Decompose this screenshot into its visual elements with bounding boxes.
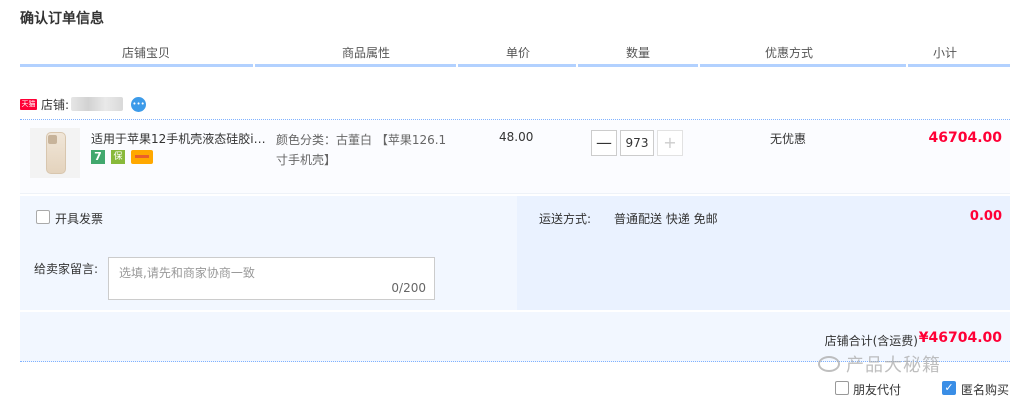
product-attributes: 颜色分类：古董白 【苹果126.1寸手机壳】: [276, 133, 447, 167]
invoice-checkbox[interactable]: [36, 210, 50, 224]
quantity-stepper: — 973 +: [591, 130, 683, 156]
invoice-label[interactable]: 开具发票: [55, 210, 103, 227]
seller-message-char-count: 0/200: [391, 281, 426, 295]
col-attributes: 商品属性: [342, 46, 391, 60]
shop-header: 天猫 店铺: •••: [20, 96, 147, 112]
column-headers: 店铺宝贝 商品属性 单价 数量 优惠方式 小计: [20, 44, 1010, 64]
watermark: 产品大秘籍: [818, 350, 941, 378]
seller-message-label: 给卖家留言:: [34, 262, 99, 276]
quantity-increase-button[interactable]: +: [657, 130, 683, 156]
product-thumbnail[interactable]: [30, 128, 80, 178]
camera-icon: [48, 135, 57, 144]
friend-pay-checkbox[interactable]: [835, 381, 849, 395]
wechat-icon: [818, 356, 840, 372]
shop-total-label: 店铺合计(含运费): [824, 334, 918, 348]
col-product: 店铺宝贝: [122, 46, 171, 60]
shipping-panel: 运送方式: 普通配送 快递 免邮 0.00: [517, 196, 1010, 310]
col-quantity: 数量: [626, 46, 651, 60]
quantity-input[interactable]: 973: [620, 130, 654, 156]
product-title-link[interactable]: 适用于苹果12手机壳液态硅胶ip...: [91, 130, 271, 147]
anonymous-label[interactable]: 匿名购买: [961, 381, 1009, 398]
discount-method: 无优惠: [770, 132, 807, 146]
shipping-label: 运送方式:: [539, 212, 592, 226]
seven-day-return-icon[interactable]: 7: [91, 150, 105, 164]
credit-card-icon[interactable]: [131, 150, 153, 164]
shop-total-value: ¥46704.00: [918, 330, 1002, 346]
tmall-icon: 天猫: [20, 98, 37, 110]
watermark-text: 产品大秘籍: [846, 355, 941, 376]
col-subtotal: 小计: [933, 46, 958, 60]
order-item-row: 适用于苹果12手机壳液态硅胶ip... 7 保 颜色分类：古董白 【苹果126.…: [20, 120, 1010, 194]
shop-label: 店铺:: [41, 97, 70, 112]
chat-icon[interactable]: •••: [131, 96, 147, 112]
guarantee-icon[interactable]: 保: [111, 150, 125, 164]
shipping-method: 普通配送 快递 免邮: [614, 212, 718, 226]
quantity-decrease-button[interactable]: —: [591, 130, 617, 156]
col-discount: 优惠方式: [765, 46, 814, 60]
shop-name-redacted[interactable]: [71, 97, 124, 111]
seller-message-placeholder: 选填,请先和商家协商一致: [119, 266, 255, 280]
unit-price: 48.00: [499, 130, 534, 144]
shipping-fee: 0.00: [969, 209, 1002, 224]
page-title: 确认订单信息: [20, 11, 104, 27]
order-options: 开具发票 给卖家留言: 选填,请先和商家协商一致 0/200 运送方式: 普通配…: [20, 196, 1010, 310]
col-unit-price: 单价: [506, 46, 531, 60]
header-divider: [20, 64, 1010, 67]
options-left-panel: 开具发票 给卖家留言: 选填,请先和商家协商一致 0/200: [20, 196, 515, 310]
anonymous-checkbox[interactable]: ✓: [942, 381, 956, 395]
friend-pay-label[interactable]: 朋友代付: [853, 381, 901, 398]
seller-message-input[interactable]: 选填,请先和商家协商一致 0/200: [108, 257, 435, 300]
item-subtotal: 46704.00: [928, 130, 1002, 146]
